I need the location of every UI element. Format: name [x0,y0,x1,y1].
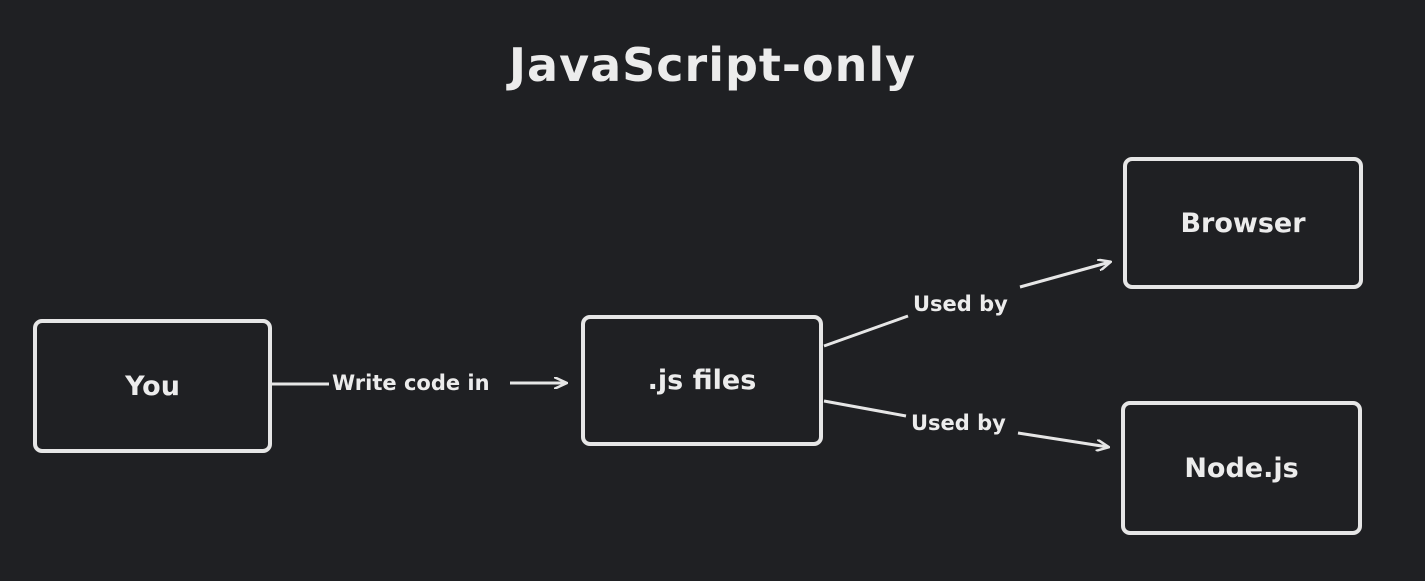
edge-js-to-nodejs [823,399,907,418]
node-nodejs: Node.js [1121,401,1362,535]
node-browser: Browser [1123,157,1363,289]
edge-js-to-browser-arrow [1019,262,1110,289]
node-js-files: .js files [581,315,823,446]
node-you-label: You [125,370,180,402]
node-js-files-label: .js files [647,365,757,396]
edge-js-to-nodejs-arrow [1017,431,1108,447]
edge-label-write-code-in: Write code in [329,371,493,395]
node-browser-label: Browser [1180,207,1306,239]
diagram-title: JavaScript-only [508,38,917,92]
edge-label-used-by-nodejs: Used by [908,411,1009,435]
edge-label-used-by-browser: Used by [910,292,1011,316]
node-you: You [33,319,272,453]
edge-js-to-browser [823,314,909,348]
node-nodejs-label: Node.js [1184,452,1299,484]
